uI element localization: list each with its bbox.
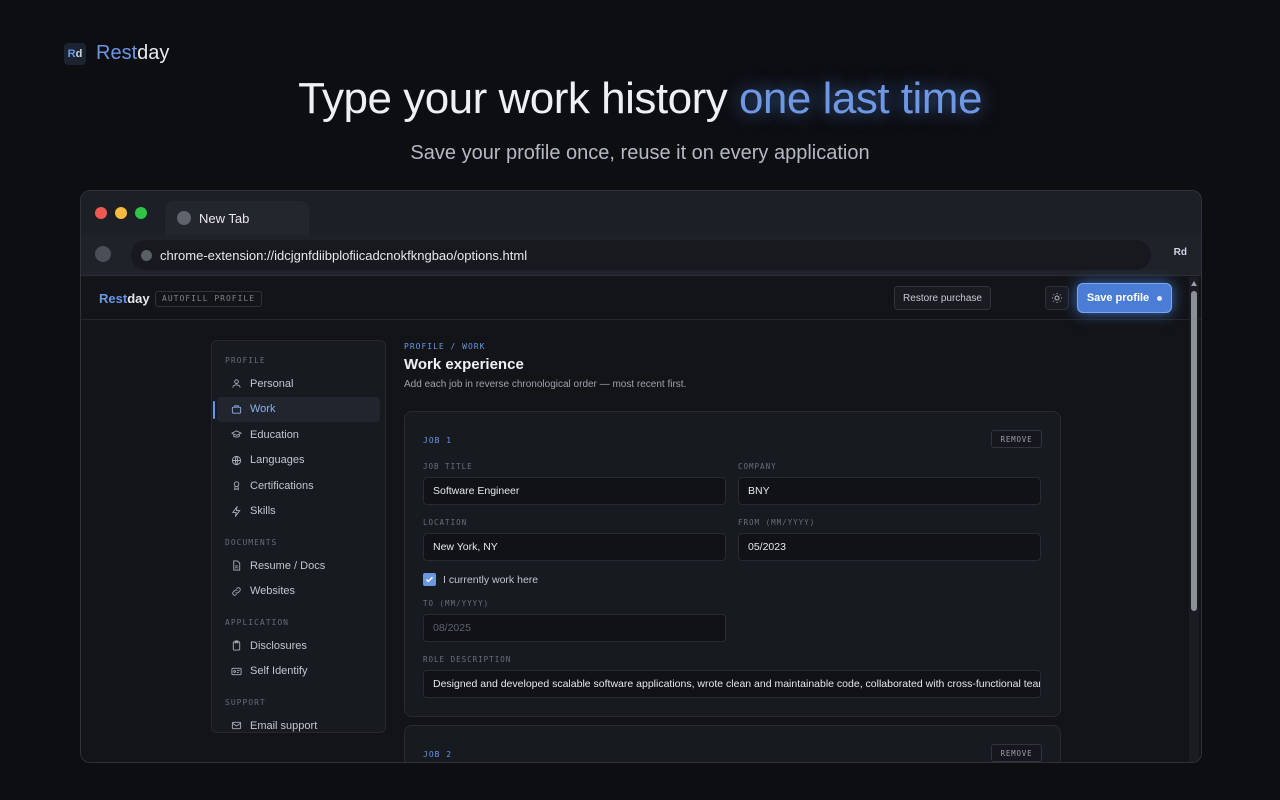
mail-icon	[231, 722, 242, 730]
lightning-icon	[231, 505, 241, 517]
location-label: LOCATION	[423, 518, 468, 527]
extension-icon[interactable]: Rd	[1174, 247, 1187, 258]
breadcrumb: PROFILE / WORK	[404, 342, 486, 351]
sidebar-item-self-identify[interactable]: Self Identify	[217, 659, 380, 685]
scroll-up-arrow[interactable]	[1191, 281, 1197, 286]
job-card: JOB 1 REMOVE JOB TITLE Software Engineer…	[404, 411, 1061, 717]
from-date-input[interactable]: 05/2023	[738, 533, 1041, 561]
user-icon	[232, 379, 241, 388]
minimize-window-button[interactable]	[115, 207, 127, 219]
checkbox-checked[interactable]	[423, 573, 436, 586]
globe-icon	[177, 211, 191, 225]
sidebar-item-languages[interactable]: Languages	[217, 448, 380, 474]
maximize-window-button[interactable]	[135, 207, 147, 219]
brand-name: Restday	[96, 42, 170, 64]
save-profile-button[interactable]: Save profile	[1077, 283, 1172, 313]
document-icon	[233, 560, 241, 571]
link-icon	[232, 587, 241, 596]
to-date-input[interactable]: 08/2025	[423, 614, 726, 642]
briefcase-icon	[231, 405, 242, 414]
address-bar: chrome-extension://idcjgnfdiibplofiicadc…	[81, 235, 1201, 276]
app-brand: Restday	[99, 291, 150, 306]
brand-logo: Rd Restday	[64, 42, 169, 65]
sidebar-item-resume-docs[interactable]: Resume / Docs	[217, 553, 380, 579]
sun-icon	[1052, 293, 1062, 303]
browser-window: New Tab chrome-extension://idcjgnfdiibpl…	[80, 190, 1202, 763]
currently-work-here-label: I currently work here	[443, 573, 539, 586]
sidebar-section-application: APPLICATION	[225, 618, 289, 627]
sidebar: PROFILE Personal Work Education Language…	[211, 340, 386, 733]
sidebar-item-email-support[interactable]: Email support	[217, 713, 380, 739]
job-header: JOB 2	[423, 750, 453, 759]
unsaved-indicator	[1157, 295, 1163, 301]
to-date-label: TO (MM/YYYY)	[423, 599, 490, 608]
page-description: Add each job in reverse chronological or…	[404, 379, 687, 390]
from-date-label: FROM (MM/YYYY)	[738, 518, 816, 527]
sidebar-item-disclosures[interactable]: Disclosures	[217, 633, 380, 659]
autofill-profile-tag: AUTOFILL PROFILE	[155, 291, 263, 307]
company-input[interactable]: BNY	[738, 477, 1041, 505]
close-window-button[interactable]	[95, 207, 107, 219]
award-icon	[233, 481, 240, 491]
sidebar-section-support: SUPPORT	[225, 698, 266, 707]
hero-title: Type your work history one last time	[298, 74, 982, 123]
id-card-icon	[231, 667, 242, 675]
remove-job-button[interactable]: REMOVE	[991, 744, 1042, 762]
role-description-input[interactable]: Designed and developed scalable software…	[423, 670, 1041, 698]
sidebar-section-documents: DOCUMENTS	[225, 538, 278, 547]
browser-tab[interactable]: New Tab	[165, 201, 309, 235]
sidebar-item-skills[interactable]: Skills	[217, 499, 380, 525]
sidebar-item-education[interactable]: Education	[217, 422, 380, 448]
checkmark-icon	[425, 576, 434, 583]
hero-subtitle: Save your profile once, reuse it on ever…	[410, 142, 870, 164]
job-title-label: JOB TITLE	[423, 462, 473, 471]
brand-badge: Rd	[64, 42, 86, 65]
restore-purchase-button[interactable]: Restore purchase	[894, 286, 991, 310]
sidebar-item-websites[interactable]: Websites	[217, 579, 380, 605]
site-info-icon[interactable]	[141, 249, 152, 261]
location-input[interactable]: New York, NY	[423, 533, 726, 561]
reload-icon[interactable]	[95, 246, 111, 262]
main-content: PROFILE / WORK Work experience Add each …	[404, 340, 1061, 762]
page-title: Work experience	[404, 356, 524, 373]
url-field[interactable]: chrome-extension://idcjgnfdiibplofiicadc…	[131, 240, 1151, 270]
options-page: Restday AUTOFILL PROFILE Restore purchas…	[81, 277, 1201, 762]
url-text: chrome-extension://idcjgnfdiibplofiicadc…	[160, 247, 528, 263]
hero-title-highlight: one last time	[738, 74, 982, 123]
sidebar-section-profile: PROFILE	[225, 356, 266, 365]
tab-bar: New Tab	[81, 191, 1201, 235]
role-description-label: ROLE DESCRIPTION	[423, 655, 512, 664]
sidebar-item-work[interactable]: Work	[213, 396, 380, 422]
tab-title: New Tab	[199, 210, 250, 226]
clipboard-icon	[232, 640, 241, 651]
app-header: Restday AUTOFILL PROFILE Restore purchas…	[81, 277, 1201, 320]
job-header: JOB 1	[423, 436, 453, 445]
job-card: JOB 2 REMOVE	[404, 725, 1061, 762]
company-label: COMPANY	[738, 462, 777, 471]
scrollbar[interactable]	[1189, 277, 1199, 762]
sidebar-item-personal[interactable]: Personal	[217, 371, 380, 397]
job-title-input[interactable]: Software Engineer	[423, 477, 726, 505]
sidebar-item-certifications[interactable]: Certifications	[217, 473, 380, 499]
graduation-cap-icon	[231, 430, 242, 438]
remove-job-button[interactable]: REMOVE	[991, 430, 1042, 448]
globe-icon	[231, 455, 242, 465]
theme-toggle-button[interactable]	[1045, 286, 1069, 310]
currently-work-here-checkbox[interactable]: I currently work here	[423, 573, 538, 586]
scroll-thumb[interactable]	[1191, 291, 1197, 611]
